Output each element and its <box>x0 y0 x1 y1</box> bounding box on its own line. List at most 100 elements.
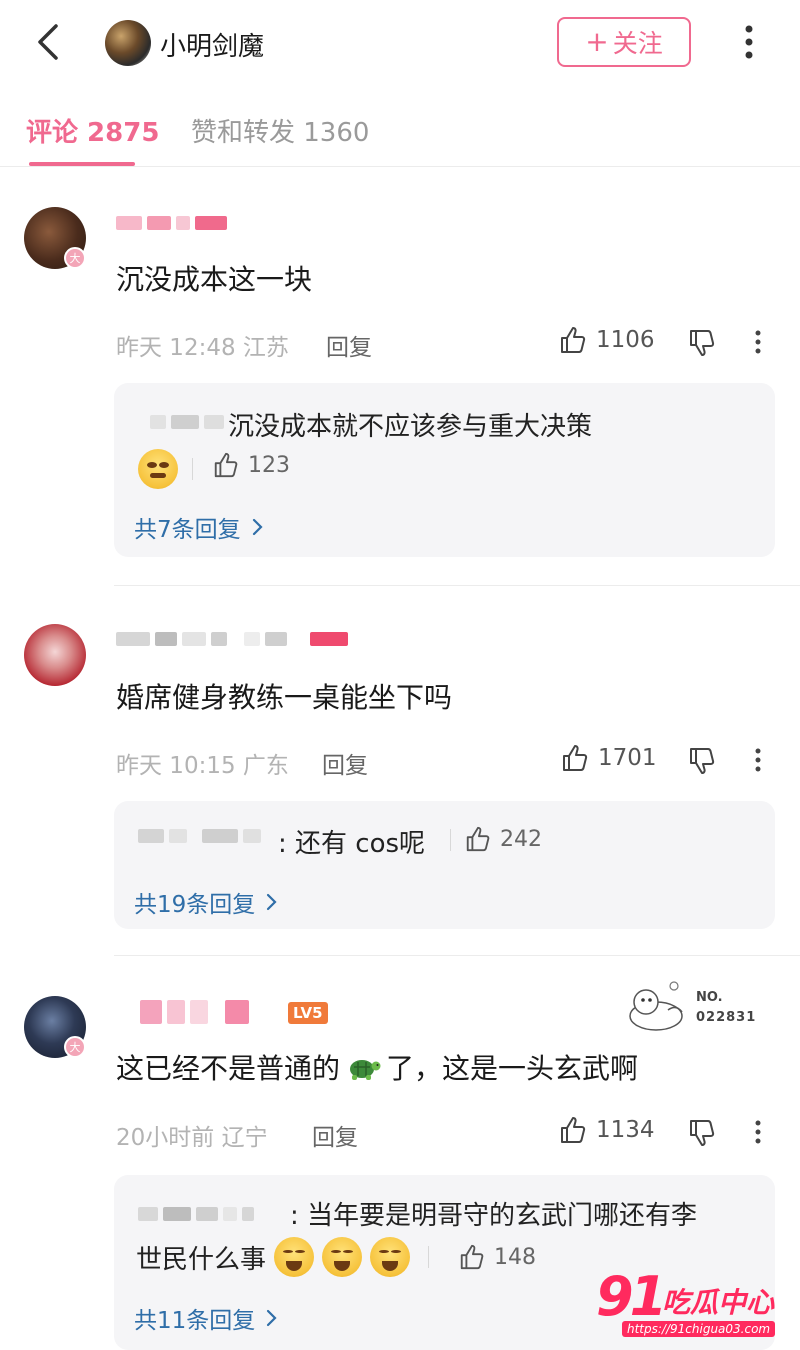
cartoon-mascot-icon <box>629 981 683 1031</box>
like-count: 1106 <box>596 327 655 353</box>
level-badge: LV5 <box>288 1002 328 1024</box>
comment-location: 广东 <box>242 753 289 779</box>
separator <box>428 1246 430 1268</box>
crying-laughing-emoji-icon <box>274 1237 315 1277</box>
like-count: 1134 <box>596 1117 655 1143</box>
more-options-icon[interactable] <box>737 22 761 62</box>
reply-button[interactable]: 回复 <box>312 1118 358 1152</box>
comment-time: 20小时前 <box>116 1125 215 1151</box>
comment-meta: 20小时前 辽宁 <box>116 1118 268 1152</box>
thumbs-up-icon <box>214 452 238 478</box>
follow-label: 关注 <box>612 29 663 58</box>
reply-like-count: 242 <box>500 826 542 852</box>
reply-preview[interactable]: : 还有 cos呢 242 共19条回复 <box>114 801 775 929</box>
author-avatar[interactable] <box>105 20 151 66</box>
reply-text: 沉没成本就不应该参与重大决策 <box>228 412 593 442</box>
chevron-right-icon <box>267 893 277 911</box>
reply-count-label: 共19条回复 <box>134 892 256 918</box>
card-number: 022831 <box>696 1010 757 1025</box>
reply-text: : 还有 cos呢 <box>278 829 426 859</box>
reply-preview[interactable]: 沉没成本就不应该参与重大决策 123 共7条回复 <box>114 383 775 557</box>
tab-bar: 评论 2875 赞和转发 1360 <box>0 85 800 167</box>
comment-text: 婚席健身教练一桌能坐下吗 <box>116 681 453 714</box>
thumbs-up-icon <box>563 745 588 771</box>
card-no-label: NO. <box>696 990 723 1005</box>
chevron-right-icon <box>252 518 263 536</box>
active-tab-indicator <box>29 162 135 166</box>
commenter-name[interactable] <box>140 1000 249 1024</box>
view-replies-link[interactable]: 共7条回复 <box>134 510 263 544</box>
turtle-emoji-icon <box>344 1052 382 1089</box>
comment-text-part1: 这已经不是普通的 <box>116 1052 341 1085</box>
comment-meta: 昨天 12:48 江苏 <box>116 328 289 362</box>
reply-like-button[interactable]: 123 <box>212 451 290 479</box>
comment-text-part2: 了，这是一头玄武啊 <box>386 1052 639 1085</box>
comment-meta: 昨天 10:15 广东 <box>116 746 289 780</box>
thumbs-up-icon <box>561 1117 586 1143</box>
reply-like-button[interactable]: 242 <box>464 825 542 853</box>
crying-laughing-emoji-icon <box>370 1237 411 1277</box>
tab-likes-reposts[interactable]: 赞和转发 1360 <box>191 112 369 149</box>
dizzy-emoji-icon <box>138 449 178 489</box>
reply-like-button[interactable]: 148 <box>458 1243 536 1271</box>
verified-badge: 大 <box>64 1036 86 1058</box>
reply-like-count: 123 <box>248 452 290 478</box>
chevron-right-icon <box>267 1309 277 1327</box>
reply-text-line1: : 当年要是明哥守的玄武门哪还有李 <box>290 1201 698 1231</box>
reply-button[interactable]: 回复 <box>322 746 368 780</box>
thumbs-down-icon[interactable] <box>687 1118 717 1148</box>
back-arrow-icon[interactable] <box>30 20 70 64</box>
reply-button[interactable]: 回复 <box>326 328 372 362</box>
top-bar: 小明剑魔 + 关注 <box>0 0 800 85</box>
reply-author-name <box>138 1207 254 1221</box>
watermark-logo: 91 <box>596 1265 667 1328</box>
thumbs-down-icon[interactable] <box>687 746 717 776</box>
divider <box>114 955 800 956</box>
thumbs-up-icon <box>466 826 490 852</box>
separator <box>192 458 193 480</box>
view-replies-link[interactable]: 共19条回复 <box>134 885 277 919</box>
thumbs-up-icon <box>561 327 586 353</box>
watermark-name: 吃瓜中心 <box>662 1286 775 1319</box>
reply-count-label: 共7条回复 <box>134 517 241 543</box>
thumbs-up-icon <box>460 1244 484 1270</box>
comment-text: 这已经不是普通的 了，这是一头玄武啊 <box>116 1047 638 1089</box>
comment-location: 江苏 <box>242 335 289 361</box>
reply-line2-row: 世民什么事 <box>136 1237 430 1277</box>
follow-button[interactable]: + 关注 <box>557 17 691 67</box>
commenter-name[interactable] <box>116 632 348 646</box>
comment-more-icon[interactable] <box>753 1119 763 1145</box>
watermark-url: https://91chigua03.com <box>622 1321 776 1337</box>
like-button[interactable]: 1106 <box>558 325 655 355</box>
separator <box>450 829 451 851</box>
reply-emoji-row <box>138 449 193 489</box>
comment-text: 沉没成本这一块 <box>116 263 313 296</box>
author-name[interactable]: 小明剑魔 <box>160 26 264 63</box>
comment-location: 辽宁 <box>221 1125 268 1151</box>
thumbs-down-icon[interactable] <box>687 328 717 358</box>
crying-laughing-emoji-icon <box>322 1237 363 1277</box>
comment-more-icon[interactable] <box>753 329 763 355</box>
divider <box>114 585 800 586</box>
reply-count-label: 共11条回复 <box>134 1308 256 1334</box>
reply-author-name <box>150 415 224 429</box>
plus-icon: + <box>585 25 609 58</box>
like-button[interactable]: 1701 <box>560 743 657 773</box>
comment-item: 大 沉没成本这一块 昨天 12:48 江苏 回复 1106 沉没成本就不应该参与… <box>0 170 800 590</box>
comment-more-icon[interactable] <box>753 747 763 773</box>
view-replies-link[interactable]: 共11条回复 <box>134 1301 277 1335</box>
reply-author-name <box>138 829 261 843</box>
commenter-avatar[interactable] <box>24 624 86 686</box>
commenter-name[interactable] <box>116 216 227 230</box>
site-watermark: 91 吃瓜中心 https://91chigua03.com <box>596 1265 796 1345</box>
reply-text-line2: 世民什么事 <box>136 1244 267 1275</box>
verified-badge: 大 <box>64 247 86 269</box>
reply-like-count: 148 <box>494 1244 536 1270</box>
like-count: 1701 <box>598 745 657 771</box>
fan-card: NO. 022831 <box>622 978 762 1036</box>
comment-time: 昨天 10:15 <box>116 753 236 779</box>
like-button[interactable]: 1134 <box>558 1115 655 1145</box>
tab-comments[interactable]: 评论 2875 <box>26 112 159 149</box>
comment-time: 昨天 12:48 <box>116 335 236 361</box>
comment-item: 婚席健身教练一桌能坐下吗 昨天 10:15 广东 回复 1701 : 还有 co… <box>0 590 800 950</box>
